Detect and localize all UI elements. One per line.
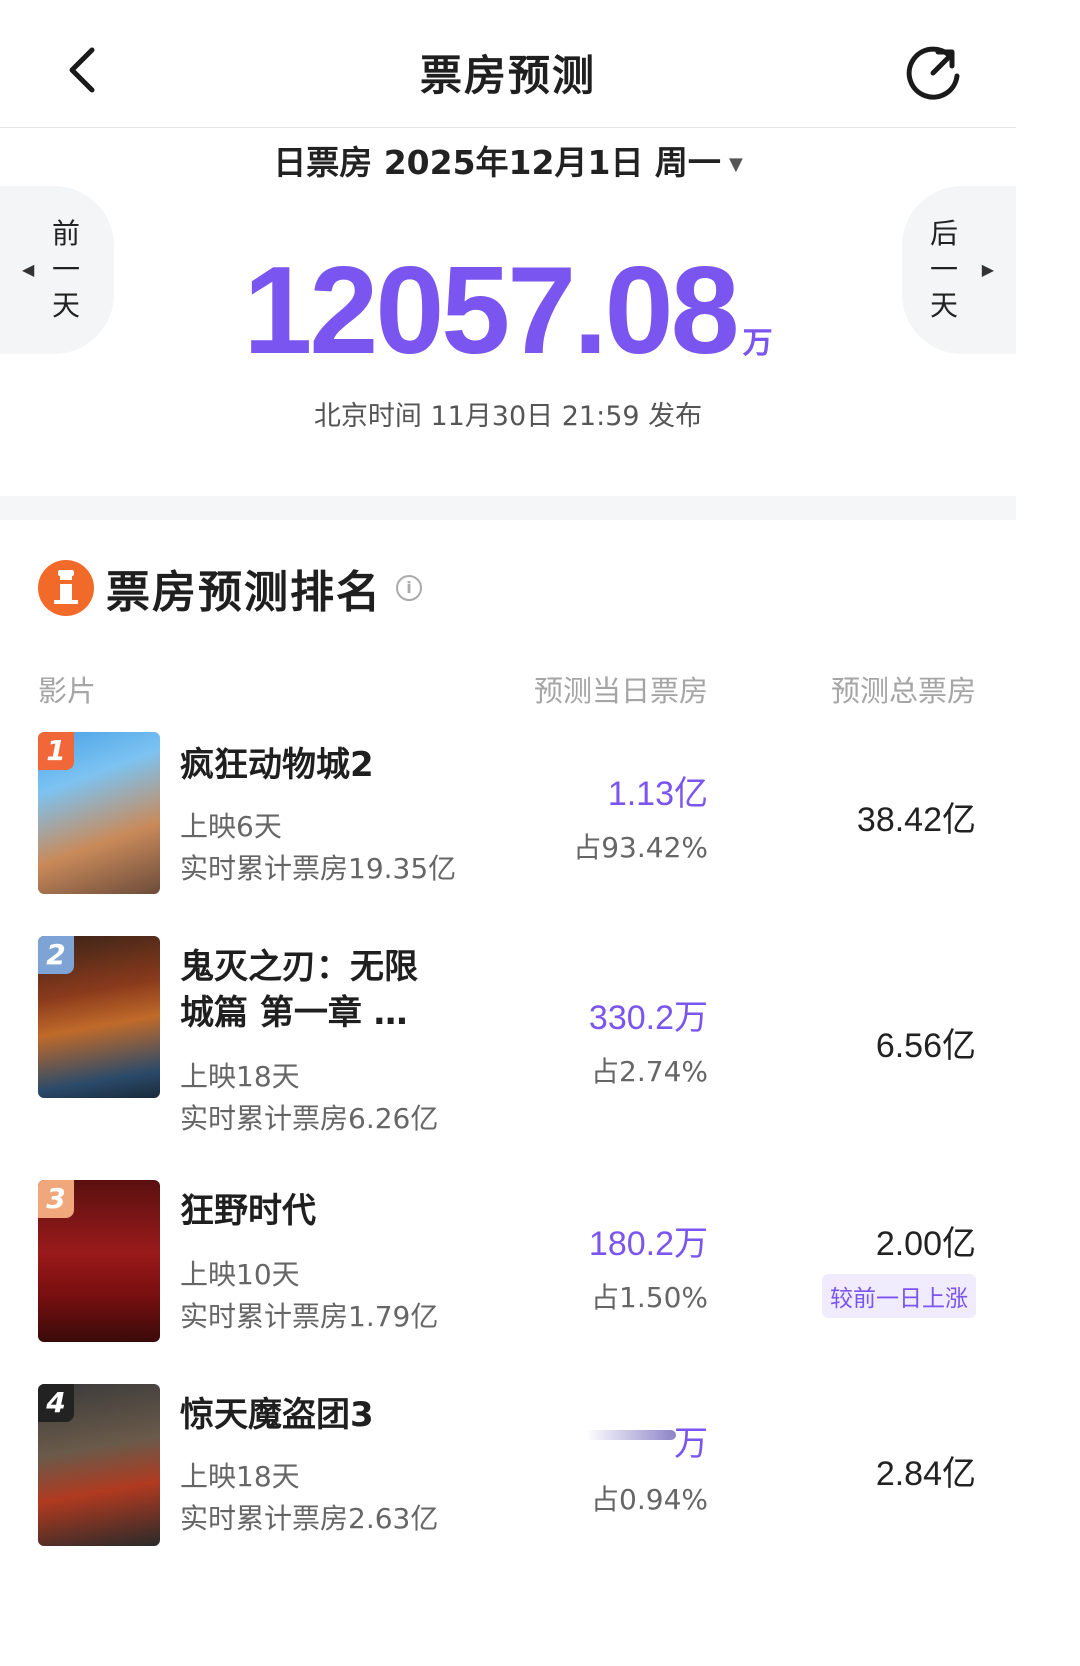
total-forecast: 6.56亿 <box>875 1027 976 1065</box>
movie-poster[interactable]: 4 <box>38 1384 160 1546</box>
refresh-button[interactable] <box>900 40 966 106</box>
column-header-today: 预测当日票房 <box>533 674 708 708</box>
column-header-total: 预测总票房 <box>830 674 976 708</box>
cumulative-box-office: 实时累计票房2.63亿 <box>180 1502 439 1535</box>
refresh-icon <box>906 46 960 100</box>
total-value: 12057.08 <box>243 242 739 380</box>
today-forecast: 万 <box>674 1425 708 1463</box>
total-unit: 万 <box>742 326 773 361</box>
today-forecast: 1.13亿 <box>607 775 708 813</box>
rank-badge: 2 <box>38 936 74 974</box>
cumulative-box-office: 实时累计票房1.79亿 <box>180 1300 439 1333</box>
today-share: 占93.42% <box>573 831 708 864</box>
info-icon[interactable]: i <box>396 575 422 601</box>
cumulative-box-office: 实时累计票房19.35亿 <box>180 852 457 885</box>
today-share: 占2.74% <box>591 1055 708 1088</box>
trend-badge: 较前一日上涨 <box>822 1274 976 1318</box>
today-forecast: 330.2万 <box>588 999 708 1037</box>
days-showing: 上映18天 <box>180 1060 300 1093</box>
date-label: 日票房 2025年12月1日 周一 <box>273 143 721 182</box>
cumulative-box-office: 实时累计票房6.26亿 <box>180 1102 439 1135</box>
movie-title[interactable]: 鬼灭之刃：无限 城篇 第一章 … <box>180 944 418 1036</box>
section-divider <box>0 496 1016 520</box>
days-showing: 上映6天 <box>180 810 282 843</box>
ranking-header: 票房预测排名 i <box>38 556 422 620</box>
loading-placeholder <box>586 1430 676 1440</box>
movie-poster[interactable]: 1 <box>38 732 160 894</box>
today-share: 占0.94% <box>591 1483 708 1516</box>
days-showing: 上映18天 <box>180 1460 300 1493</box>
dropdown-caret-icon: ▼ <box>728 154 743 175</box>
days-showing: 上映10天 <box>180 1258 300 1291</box>
total-forecast: 2.84亿 <box>875 1455 976 1493</box>
top-bar: 票房预测 <box>0 0 1016 128</box>
movie-poster[interactable]: 2 <box>38 936 160 1098</box>
today-share: 占1.50% <box>591 1281 708 1314</box>
total-forecast: 38.42亿 <box>856 801 976 839</box>
publish-time: 北京时间 11月30日 21:59 发布 <box>313 401 703 432</box>
daily-box-office-total: 12057.08 万 <box>0 240 1016 382</box>
rank-badge: 4 <box>38 1384 74 1422</box>
movie-title[interactable]: 狂野时代 <box>180 1188 316 1234</box>
total-forecast: 2.00亿 <box>875 1225 976 1263</box>
date-selector[interactable]: 日票房 2025年12月1日 周一 ▼ <box>0 136 1016 184</box>
column-header-film: 影片 <box>38 674 97 708</box>
movie-poster[interactable]: 3 <box>38 1180 160 1342</box>
ranking-title: 票房预测排名 <box>106 567 382 618</box>
page-title: 票房预测 <box>419 51 596 100</box>
today-forecast: 180.2万 <box>588 1225 708 1263</box>
movie-title[interactable]: 疯狂动物城2 <box>180 742 374 788</box>
rank-badge: 3 <box>38 1180 74 1218</box>
lighthouse-logo-icon <box>38 560 94 616</box>
rank-badge: 1 <box>38 732 74 770</box>
movie-title[interactable]: 惊天魔盗团3 <box>180 1392 374 1438</box>
